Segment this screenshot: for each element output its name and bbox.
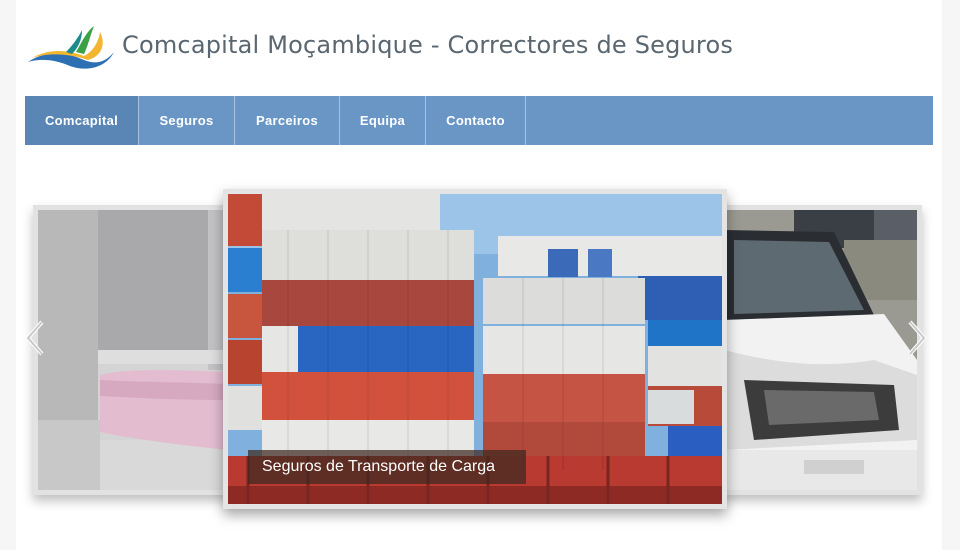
chevron-right-icon[interactable] (906, 318, 928, 358)
site-title: Comcapital Moçambique - Correctores de S… (122, 31, 734, 59)
nav-item-contacto[interactable]: Contacto (426, 96, 526, 145)
main-nav: Comcapital Seguros Parceiros Equipa Cont… (25, 96, 933, 145)
page: Comcapital Moçambique - Correctores de S… (16, 0, 942, 550)
chevron-left-icon[interactable] (24, 318, 46, 358)
nav-item-comcapital[interactable]: Comcapital (25, 96, 139, 145)
company-logo[interactable] (26, 22, 116, 70)
slide-caption: Seguros de Transporte de Carga (248, 450, 526, 484)
slide-current[interactable]: Seguros de Transporte de Carga (223, 189, 727, 509)
slide-next[interactable] (719, 205, 922, 495)
nav-item-seguros[interactable]: Seguros (139, 96, 235, 145)
damaged-car-image (724, 210, 917, 490)
header: Comcapital Moçambique - Correctores de S… (16, 0, 942, 92)
nav-item-parceiros[interactable]: Parceiros (235, 96, 340, 145)
nav-item-equipa[interactable]: Equipa (340, 96, 426, 145)
image-slider: Seguros de Transporte de Carga (16, 180, 942, 520)
office-scene-image (38, 210, 228, 490)
slide-previous[interactable] (33, 205, 233, 495)
